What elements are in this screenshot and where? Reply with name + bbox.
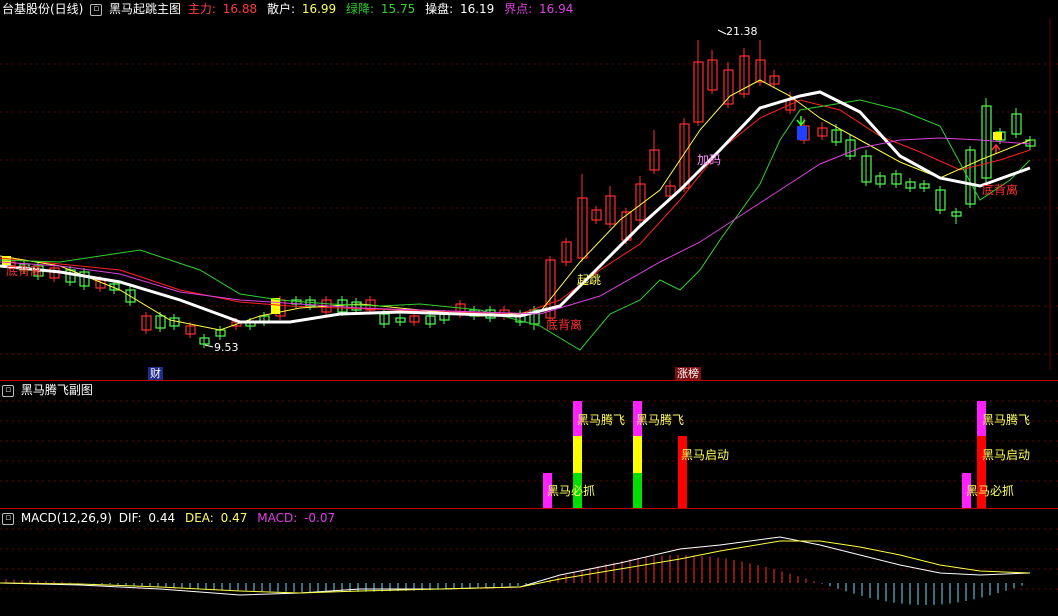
main-force-line [0, 99, 1031, 315]
signal-label-tengfei-1: 黑马腾飞 [577, 413, 626, 427]
price-high-value: 21.38 [726, 25, 758, 38]
limit-up-list-marker[interactable]: 涨榜 [675, 367, 701, 380]
highlight-candle [271, 298, 280, 314]
divergence-label-3: 底背离 [982, 183, 1019, 197]
signal-label-tengfei-2: 黑马腾飞 [636, 413, 685, 427]
signal-bar [573, 436, 582, 473]
signal-label-tengfei-3: 黑马腾飞 [982, 413, 1031, 427]
price-low-label: 9.53 [214, 341, 239, 354]
divergence-label-1: 底背离 [6, 264, 43, 278]
jump-label: 起跳 [577, 273, 602, 287]
low-pointer [204, 344, 214, 348]
price-low-value: 9.53 [214, 341, 239, 354]
main-chart-panel[interactable]: 台基股份(日线) ▫ 黑马起跳主图 主力: 16.88 散户: 16.99 绿降… [0, 0, 1058, 380]
signal-bar [633, 473, 642, 508]
candlestick-chart[interactable] [0, 0, 1058, 380]
green-fall-line [0, 99, 1031, 351]
signal-bar-chart[interactable] [0, 381, 1058, 508]
boundary-line [0, 137, 1031, 315]
high-pointer [717, 29, 727, 35]
signal-bar [633, 436, 642, 473]
macd-panel[interactable]: ▫ MACD(12,26,9) DIF: 0.44 DEA: 0.47 MACD… [0, 509, 1058, 616]
signal-label-bizhua-1: 黑马必抓 [547, 484, 596, 498]
highlight-square [993, 132, 1002, 140]
macd-chart[interactable] [0, 509, 1058, 616]
signal-label-bizhua-2: 黑马必抓 [966, 484, 1015, 498]
add-position-label: 加码 [697, 153, 722, 167]
signal-label-qidong-1: 黑马启动 [681, 448, 730, 462]
dea-line [0, 540, 1031, 594]
price-high-label: 21.38 [726, 25, 758, 38]
operation-line [0, 90, 1031, 324]
highlight-candle-blue [797, 126, 807, 140]
sub-chart-panel[interactable]: ▫ 黑马腾飞副图 黑马腾飞 黑马腾飞 黑马腾飞 黑马启动 黑马启动 黑马必抓 黑… [0, 381, 1058, 508]
finance-marker[interactable]: 财 [148, 367, 163, 380]
divergence-label-2: 底背离 [546, 318, 583, 332]
signal-label-qidong-2: 黑马启动 [982, 448, 1031, 462]
